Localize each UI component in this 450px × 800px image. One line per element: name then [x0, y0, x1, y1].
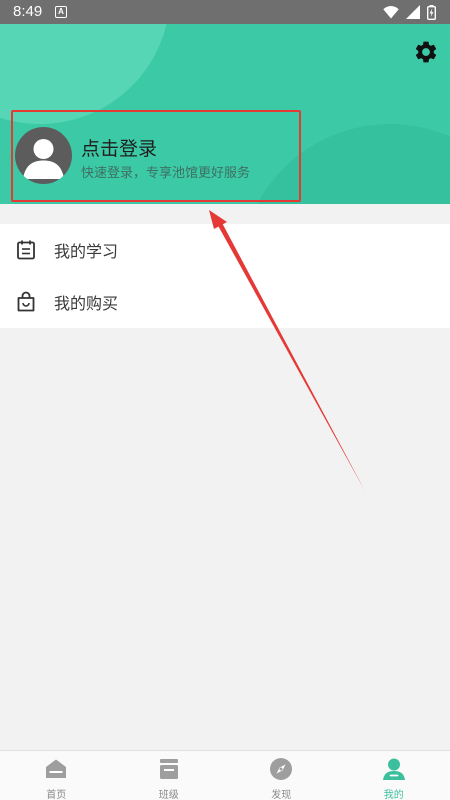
tab-label: 首页: [46, 790, 67, 800]
tab-label: 我的: [383, 790, 404, 800]
gear-icon[interactable]: [413, 39, 439, 65]
battery-charging-icon: [427, 4, 436, 20]
profile-header: 点击登录 快速登录，专享池馆更好服务: [0, 24, 450, 204]
shopping-bag-icon: [17, 291, 35, 312]
status-time: 8:49: [13, 3, 43, 20]
compass-icon: [270, 758, 293, 780]
profile-icon: [382, 758, 405, 780]
menu-item-my-study[interactable]: 我的学习: [0, 224, 450, 276]
class-icon: [159, 759, 178, 779]
wifi-icon: [383, 5, 399, 18]
calendar-list-icon: [17, 240, 35, 260]
default-avatar-icon[interactable]: [15, 127, 72, 184]
menu-item-label: 我的学习: [54, 242, 119, 261]
tab-profile[interactable]: 我的: [338, 751, 450, 800]
login-card[interactable]: 点击登录 快速登录，专享池馆更好服务: [11, 110, 301, 202]
status-bar: 8:49 A: [0, 0, 450, 24]
status-icons: [383, 4, 436, 20]
tab-label: 班级: [158, 790, 179, 800]
login-subtitle: 快速登录，专享池馆更好服务: [81, 166, 251, 181]
signal-icon: [406, 5, 420, 19]
tab-discover[interactable]: 发现: [225, 751, 338, 800]
login-title[interactable]: 点击登录: [81, 134, 157, 161]
header-decoration: [0, 24, 170, 124]
tab-home[interactable]: 首页: [0, 751, 113, 800]
notification-a-icon: A: [55, 6, 67, 18]
tab-label: 发现: [271, 790, 292, 800]
tab-class[interactable]: 班级: [113, 751, 226, 800]
menu-list: 我的学习 我的购买: [0, 224, 450, 328]
menu-item-label: 我的购买: [54, 294, 119, 313]
menu-item-my-purchases[interactable]: 我的购买: [0, 276, 450, 328]
home-icon: [46, 759, 67, 778]
bottom-tab-bar: 首页 班级 发现 我的: [0, 750, 450, 800]
